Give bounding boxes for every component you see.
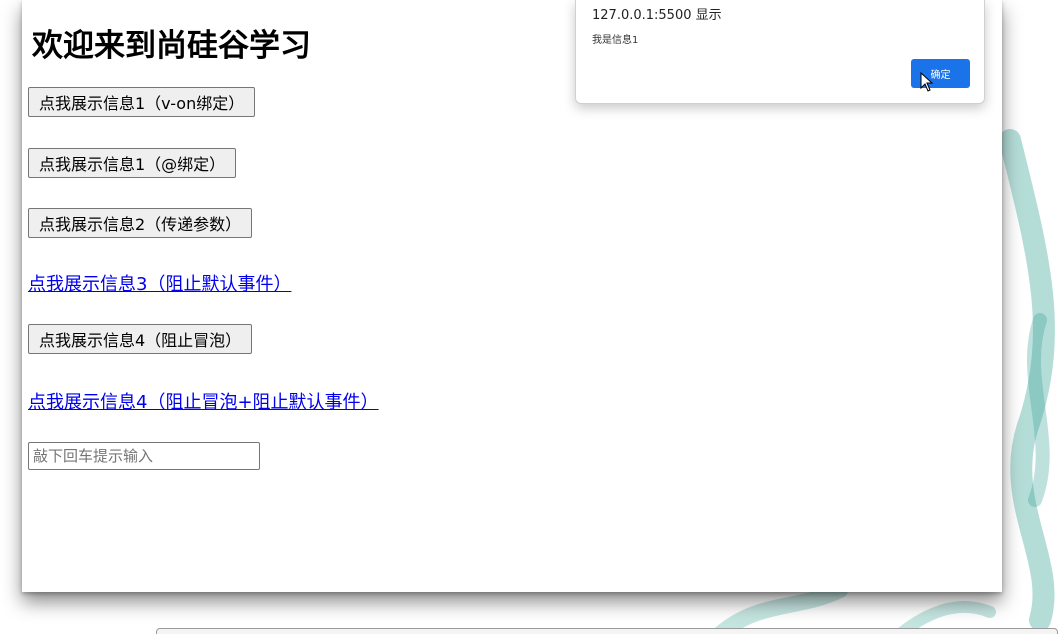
show-info4-stop-prevent-link[interactable]: 点我展示信息4（阻止冒泡+阻止默认事件） [28,388,379,414]
alert-dialog: 127.0.0.1:5500 显示 我是信息1 确定 [575,0,985,104]
show-info1-von-button[interactable]: 点我展示信息1（v-on绑定） [28,87,256,117]
alert-message: 我是信息1 [592,35,639,46]
alert-ok-button[interactable]: 确定 [911,59,970,88]
show-info1-at-button[interactable]: 点我展示信息1（@绑定） [28,148,237,178]
show-info3-prevent-link[interactable]: 点我展示信息3（阻止默认事件） [28,270,291,296]
show-info2-params-button[interactable]: 点我展示信息2（传递参数） [28,208,253,238]
page-title: 欢迎来到尚硅谷学习 [32,28,311,64]
show-info4-stop-button[interactable]: 点我展示信息4（阻止冒泡） [28,324,253,354]
alert-origin: 127.0.0.1:5500 显示 [592,8,722,23]
enter-prompt-input[interactable] [28,442,260,470]
taskbar-edge [156,628,1058,634]
